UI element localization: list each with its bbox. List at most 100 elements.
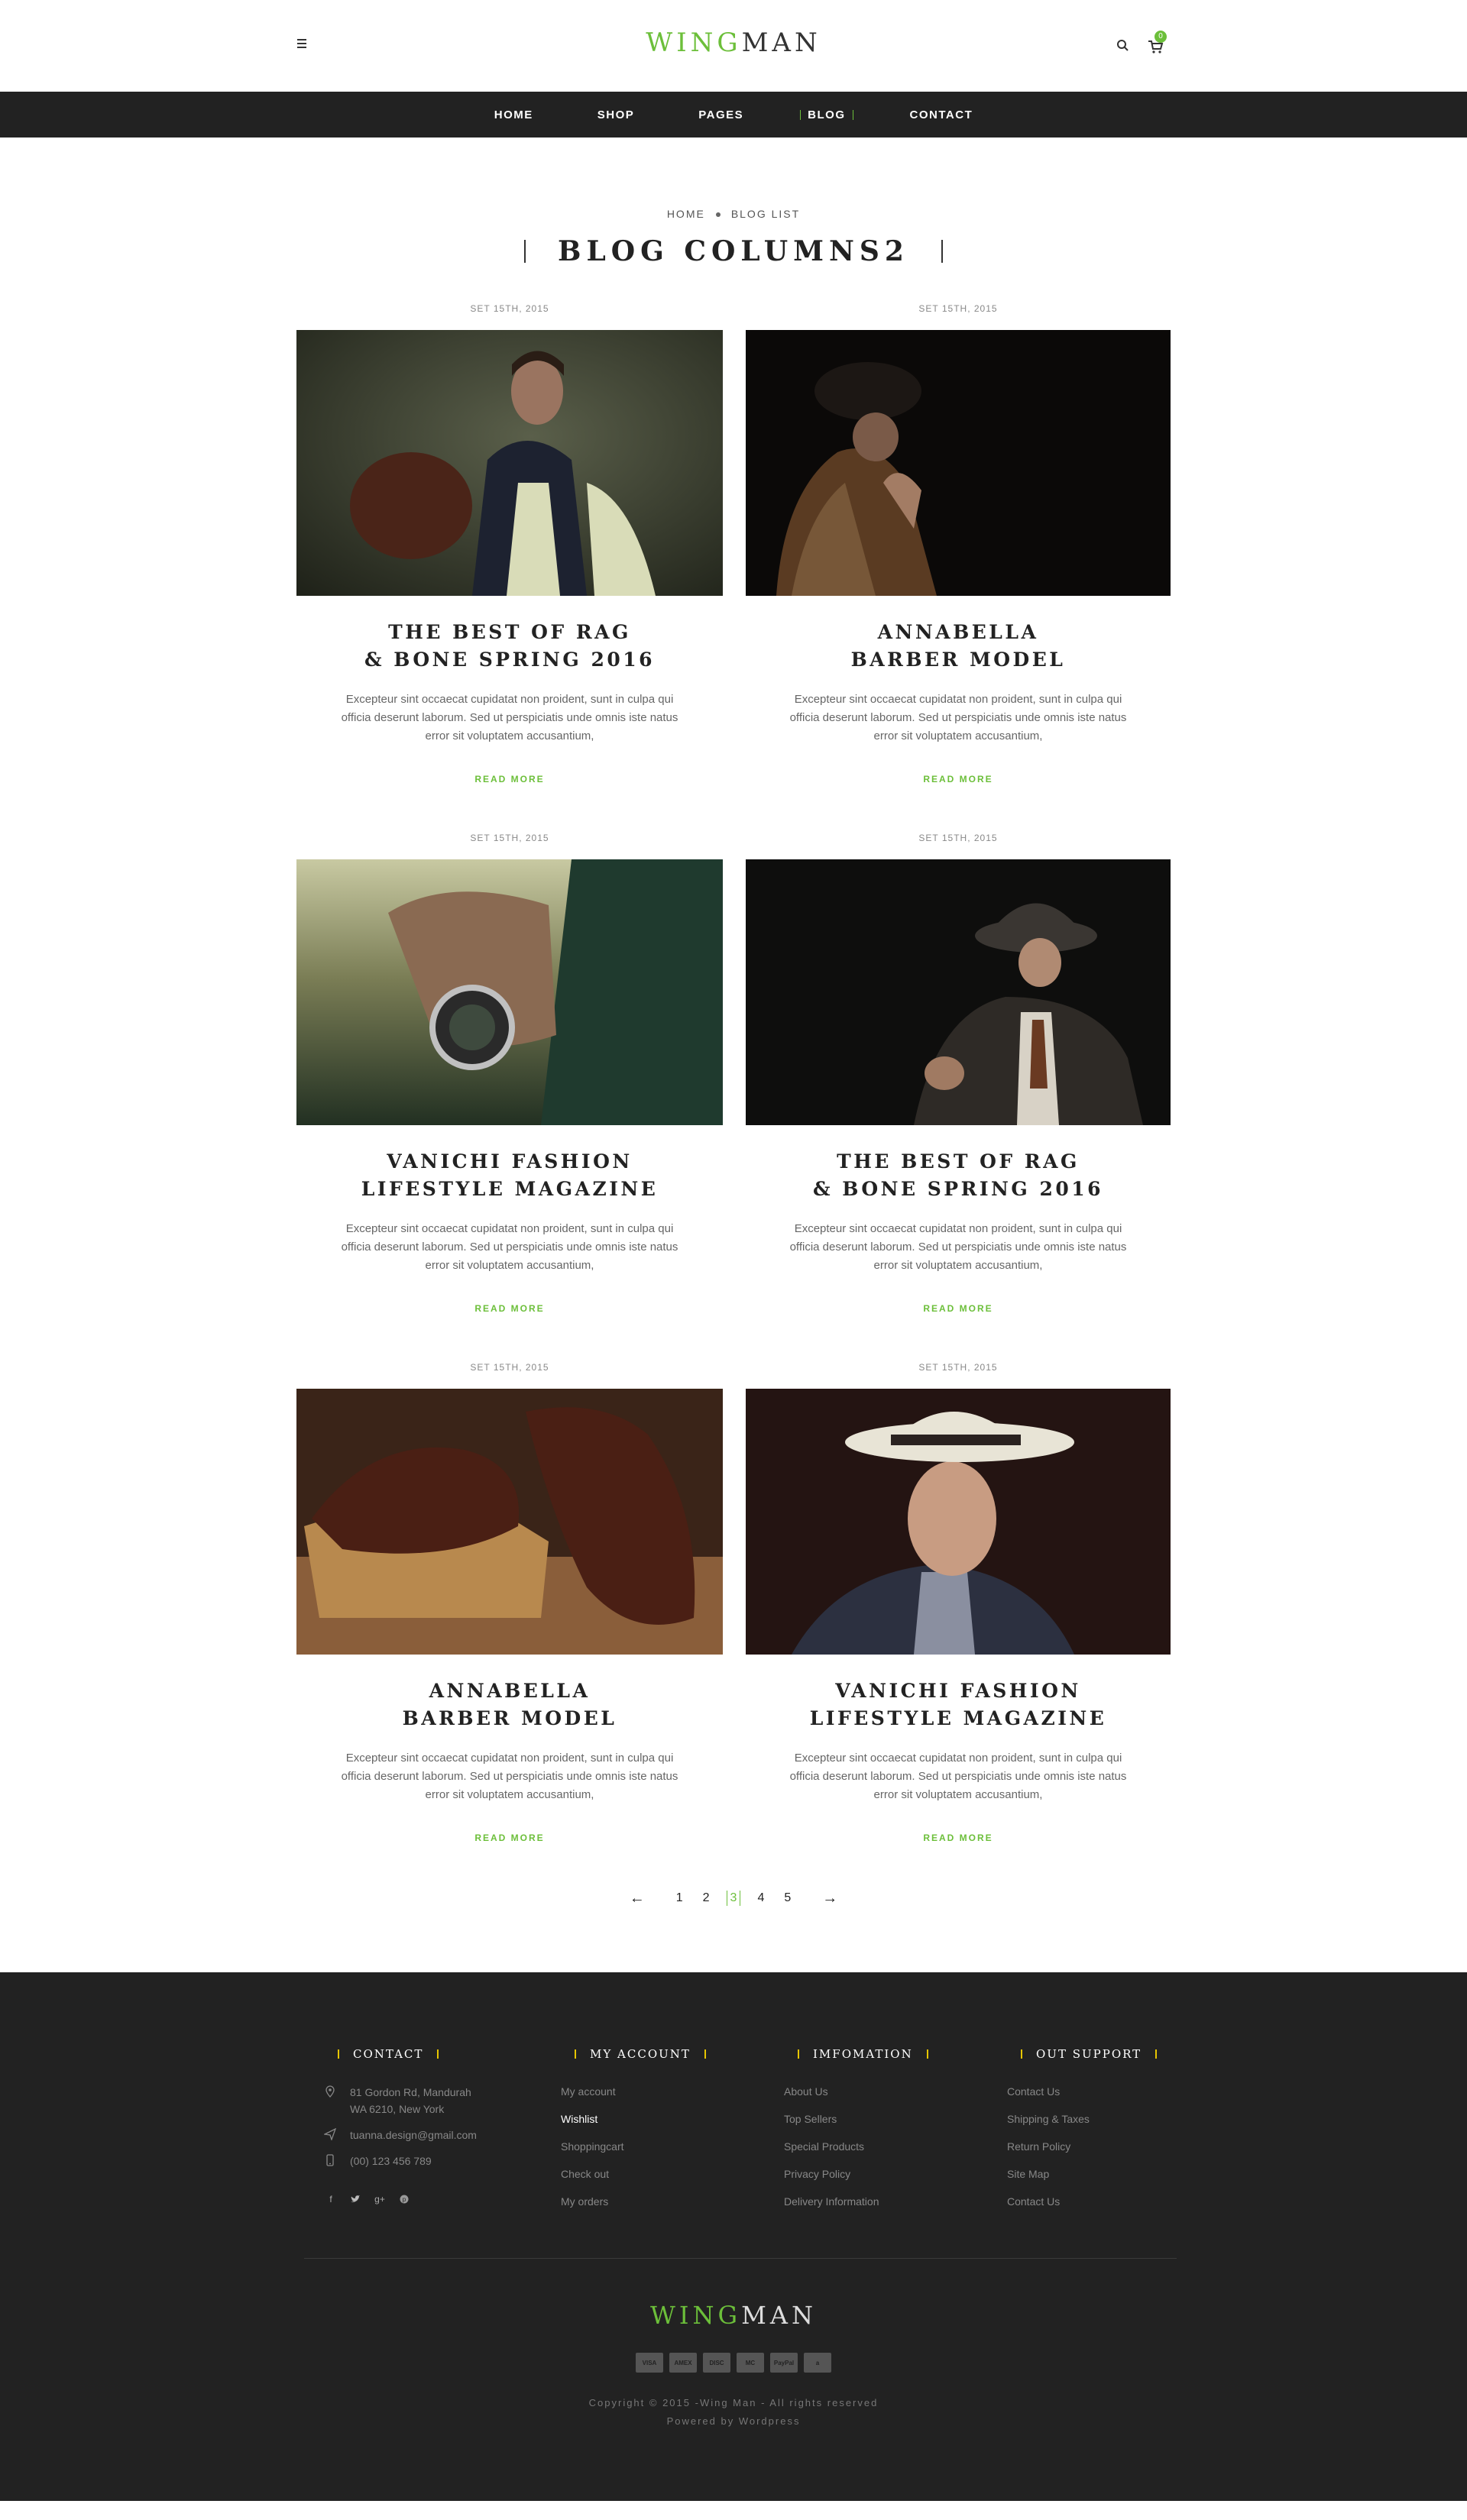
page-link-5[interactable]: 5 — [781, 1891, 794, 1906]
post-image-leather-shoes[interactable] — [296, 1389, 723, 1655]
post-title[interactable]: THE BEST OF RAG & BONE SPRING 2016 — [296, 619, 723, 674]
read-more-link[interactable]: READ MORE — [923, 1303, 993, 1314]
discover-card-icon: DISC — [703, 2353, 730, 2373]
paypal-icon: PayPal — [770, 2353, 798, 2373]
google-plus-icon[interactable]: g+ — [373, 2192, 387, 2206]
breadcrumb: HOME BLOG LIST — [0, 208, 1467, 220]
mastercard-icon: MC — [737, 2353, 764, 2373]
read-more-link[interactable]: READ MORE — [474, 1833, 544, 1843]
page-link-4[interactable]: 4 — [754, 1891, 767, 1906]
post-image-watch-wrist[interactable] — [296, 859, 723, 1125]
post-excerpt: Excepteur sint occaecat cupidatat non pr… — [789, 693, 1127, 742]
footer-link-my-orders[interactable]: My orders — [561, 2195, 720, 2211]
post-image-man-in-scarf[interactable] — [746, 330, 1171, 596]
read-more-link[interactable]: READ MORE — [923, 774, 993, 784]
footer-link-about-us[interactable]: About Us — [784, 2085, 942, 2101]
twitter-icon[interactable] — [348, 2192, 362, 2206]
post-excerpt: Excepteur sint occaecat cupidatat non pr… — [789, 1222, 1127, 1272]
footer-logo[interactable]: WINGMAN — [0, 2301, 1467, 2330]
breadcrumb-home[interactable]: HOME — [667, 208, 705, 220]
post-title[interactable]: VANICHI FASHION LIFESTYLE MAGAZINE — [296, 1148, 723, 1203]
read-more-link[interactable]: READ MORE — [923, 1833, 993, 1843]
nav-item-contact[interactable]: CONTACT — [902, 108, 981, 121]
footer-link-privacy-policy[interactable]: Privacy Policy — [784, 2168, 942, 2183]
post-title-line1: THE BEST OF RAG — [837, 1150, 1080, 1173]
post-image-man-with-bag[interactable] — [296, 330, 723, 596]
post-title-line1: VANICHI FASHION — [387, 1150, 633, 1173]
heading-bar — [1155, 2049, 1158, 2059]
footer-logo-man: MAN — [741, 2301, 817, 2330]
nav-item-shop[interactable]: SHOP — [590, 108, 643, 121]
footer-link-special-products[interactable]: Special Products — [784, 2140, 942, 2156]
post-title[interactable]: ANNABELLA BARBER MODEL — [746, 619, 1171, 674]
post-image-man-white-hat[interactable] — [746, 1389, 1171, 1655]
next-page-arrow-icon[interactable]: → — [822, 1891, 837, 1906]
post-image-man-smoking[interactable] — [746, 859, 1171, 1125]
powered-by-text: Powered by Wordpress — [666, 2415, 801, 2427]
nav-item-blog[interactable]: BLOG — [800, 108, 853, 121]
post-title-line2: BARBER MODEL — [402, 1707, 617, 1729]
post-date: SET 15TH, 2015 — [470, 1362, 549, 1373]
footer-link-shoppingcart[interactable]: Shoppingcart — [561, 2140, 720, 2156]
footer-link-top-sellers[interactable]: Top Sellers — [784, 2113, 942, 2128]
footer-link-delivery-information[interactable]: Delivery Information — [784, 2195, 942, 2211]
footer-heading-account-text: MY ACCOUNT — [590, 2047, 691, 2061]
heading-bar — [338, 2049, 339, 2059]
post-title-line1: VANICHI FASHION — [835, 1680, 1081, 1702]
post-title-line1: ANNABELLA — [877, 621, 1039, 643]
breadcrumb-current: BLOG LIST — [730, 208, 801, 220]
prev-page-arrow-icon[interactable]: ← — [630, 1891, 645, 1906]
footer-link-contact-us-2[interactable]: Contact Us — [1007, 2195, 1171, 2211]
footer-link-my-account[interactable]: My account — [561, 2085, 720, 2101]
post-date: SET 15TH, 2015 — [918, 1362, 998, 1373]
cart-count-badge: 0 — [1154, 31, 1167, 43]
footer-link-shipping-taxes[interactable]: Shipping & Taxes — [1007, 2113, 1171, 2128]
footer-email: tuanna.design@gmail.com — [322, 2127, 477, 2143]
footer-link-site-map[interactable]: Site Map — [1007, 2168, 1171, 2183]
footer-link-wishlist[interactable]: Wishlist — [561, 2113, 720, 2128]
nav-item-pages[interactable]: PAGES — [691, 108, 751, 121]
page-link-2[interactable]: 2 — [700, 1891, 713, 1906]
amazon-pay-icon: a — [804, 2353, 831, 2373]
read-more-link[interactable]: READ MORE — [474, 774, 544, 784]
footer-heading-contact-text: CONTACT — [353, 2047, 424, 2061]
footer-link-contact-us[interactable]: Contact Us — [1007, 2085, 1171, 2101]
page-link-1[interactable]: 1 — [673, 1891, 686, 1906]
nav-item-home[interactable]: HOME — [487, 108, 541, 121]
facebook-icon[interactable]: f — [324, 2192, 338, 2206]
heading-bar — [437, 2049, 439, 2059]
post-title[interactable]: VANICHI FASHION LIFESTYLE MAGAZINE — [746, 1677, 1171, 1732]
footer-phone: (00) 123 456 789 — [324, 2153, 477, 2169]
pinterest-icon[interactable]: p — [397, 2192, 411, 2206]
visa-card-icon: VISA — [636, 2353, 663, 2373]
page-link-3-current[interactable]: 3 — [726, 1891, 741, 1906]
post-title[interactable]: THE BEST OF RAG & BONE SPRING 2016 — [746, 1148, 1171, 1203]
read-more-link[interactable]: READ MORE — [474, 1303, 544, 1314]
site-logo[interactable]: WINGMAN — [0, 27, 1467, 58]
email-link[interactable]: tuanna.design@gmail.com — [350, 2129, 477, 2141]
post-date: SET 15TH, 2015 — [918, 833, 998, 843]
heading-bar — [575, 2049, 576, 2059]
title-bar-right — [941, 240, 943, 263]
pagination: ← 1 2 3 4 5 → — [0, 1891, 1467, 1967]
post-title-line2: & BONE SPRING 2016 — [812, 1178, 1104, 1200]
post-excerpt: Excepteur sint occaecat cupidatat non pr… — [789, 1752, 1127, 1801]
footer-link-return-policy[interactable]: Return Policy — [1007, 2140, 1171, 2156]
footer-link-check-out[interactable]: Check out — [561, 2168, 720, 2183]
site-footer: CONTACT 81 Gordon Rd, Mandurah WA 6210, … — [0, 1972, 1467, 2501]
post-excerpt: Excepteur sint occaecat cupidatat non pr… — [341, 1752, 678, 1801]
footer-heading-support-text: OUT SUPPORT — [1036, 2047, 1142, 2061]
footer-heading-account: MY ACCOUNT — [561, 2047, 720, 2061]
blog-post: SET 15TH, 2015 ANNABELLA BARBER MODEL Exc… — [746, 301, 1171, 830]
blog-post: SET 15TH, 2015 THE BEST OF RAG & BONE SPR… — [746, 830, 1171, 1360]
footer-logo-wing: WING — [650, 2301, 742, 2330]
search-icon[interactable] — [1114, 37, 1132, 55]
footer-heading-information-text: IMFOMATION — [813, 2047, 913, 2061]
address-line2: WA 6210, New York — [350, 2103, 445, 2115]
location-pin-icon — [324, 2085, 336, 2098]
blog-post: SET 15TH, 2015 VANICHI FASHION LIFESTYLE … — [746, 1360, 1171, 1889]
post-title-line2: BARBER MODEL — [850, 649, 1066, 671]
footer-support-column: OUT SUPPORT Contact Us Shipping & Taxes … — [1007, 2047, 1171, 2211]
post-title[interactable]: ANNABELLA BARBER MODEL — [296, 1677, 723, 1732]
phone-number: (00) 123 456 789 — [350, 2155, 432, 2167]
